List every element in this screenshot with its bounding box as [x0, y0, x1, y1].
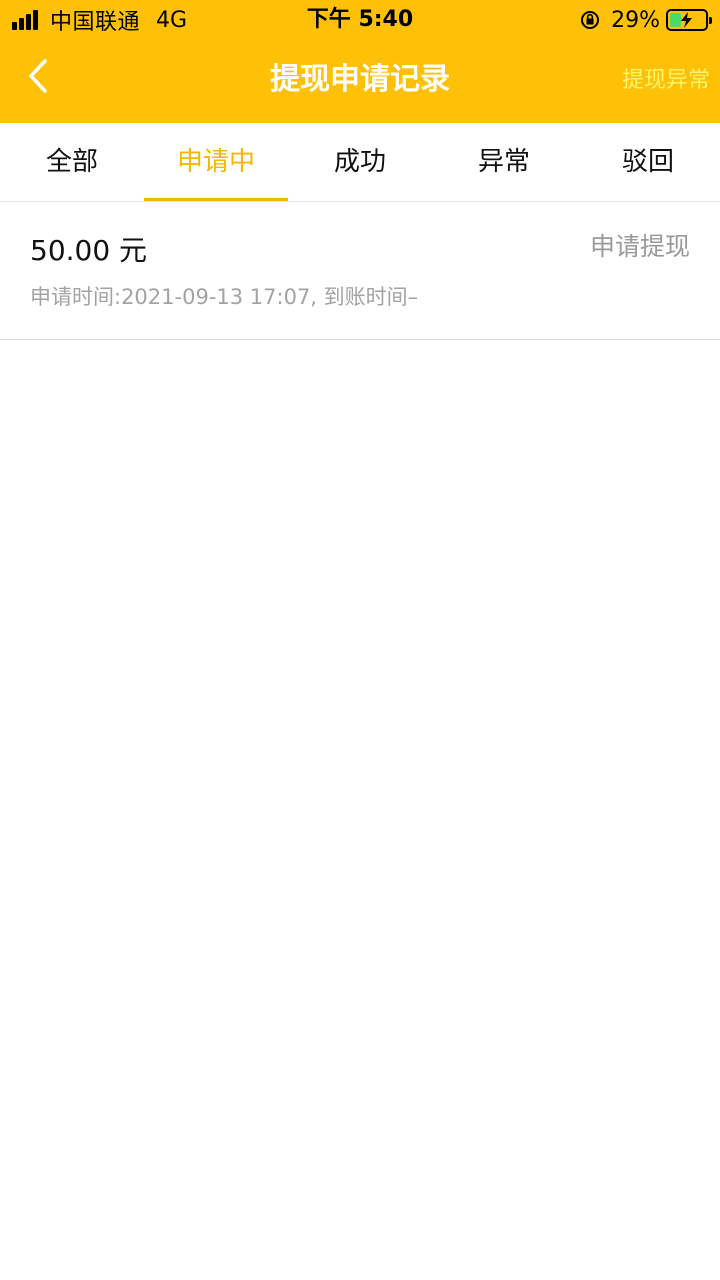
withdraw-exception-link[interactable]: 提现异常 — [622, 66, 710, 96]
list-item[interactable]: 50.00 元 申请提现 申请时间:2021-09-13 17:07, 到账时间… — [0, 203, 720, 340]
tab-exception[interactable]: 异常 — [432, 123, 576, 201]
status-right: 29% — [579, 6, 712, 34]
status-tabs: 全部 申请中 成功 异常 驳回 — [0, 123, 720, 202]
status-bar: 中国联通 4G 下午 5:40 29% — [0, 0, 720, 40]
battery-charging-icon — [666, 9, 712, 31]
page-title: 提现申请记录 — [270, 62, 450, 97]
tab-success[interactable]: 成功 — [288, 123, 432, 201]
app-header: 中国联通 4G 下午 5:40 29% 提现申请记录 提现异常 — [0, 0, 720, 123]
rotation-lock-icon — [581, 11, 600, 29]
record-amount: 50.00 元 — [30, 234, 148, 267]
navigation-bar: 提现申请记录 提现异常 — [0, 40, 720, 123]
tab-all[interactable]: 全部 — [0, 123, 144, 201]
tab-rejected[interactable]: 驳回 — [576, 123, 720, 201]
tab-applying[interactable]: 申请中 — [144, 123, 288, 201]
battery-percent: 29% — [611, 7, 660, 33]
record-times: 申请时间:2021-09-13 17:07, 到账时间– — [30, 285, 419, 309]
record-status: 申请提现 — [589, 232, 690, 261]
